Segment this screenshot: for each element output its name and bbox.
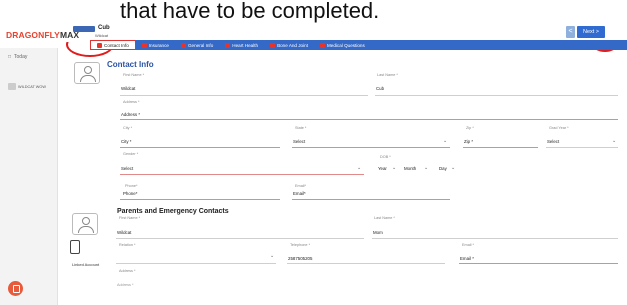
parent-email-field[interactable]: Email * bbox=[460, 256, 474, 261]
section-tabs: Contact Info Insurance General Info Hear… bbox=[90, 40, 627, 50]
parent-email-label: Email * bbox=[462, 243, 475, 247]
medical-tab-icon bbox=[319, 42, 325, 48]
nav-buttons: < Next > bbox=[566, 26, 605, 38]
parent-last-name-label: Last Name * bbox=[374, 216, 395, 220]
dob-day-select[interactable]: Day bbox=[439, 166, 447, 171]
insurance-tab-icon bbox=[141, 42, 147, 48]
previous-button[interactable]: < bbox=[566, 26, 575, 38]
contact-avatar-icon bbox=[74, 62, 100, 84]
tab-label: Medical Questions bbox=[326, 42, 365, 48]
sidebar-item-label: Today bbox=[14, 54, 28, 60]
tab-medical-questions[interactable]: Medical Questions bbox=[314, 40, 371, 50]
address-underline bbox=[120, 119, 618, 120]
app-root: that have to be completed. DRAGONFLYMAX … bbox=[0, 0, 627, 305]
dob-year-select[interactable]: Year bbox=[378, 166, 387, 171]
heart-tab-icon bbox=[225, 42, 231, 48]
email-field[interactable]: Email* bbox=[293, 191, 306, 196]
address-label: Address * bbox=[123, 100, 140, 104]
app-logo: DRAGONFLYMAX bbox=[6, 30, 80, 40]
zip-underline bbox=[463, 147, 538, 148]
email-underline bbox=[292, 199, 450, 200]
tab-heart-health[interactable]: Heart Health bbox=[219, 40, 264, 50]
sidebar-item-label: WILDCAT WOW bbox=[18, 84, 46, 89]
grad-year-underline bbox=[546, 147, 618, 148]
first-name-label: First Name * bbox=[123, 73, 145, 77]
dob-label: DOB * bbox=[380, 155, 391, 159]
mobile-phone-icon bbox=[70, 240, 80, 254]
first-name-field[interactable]: Wildcat bbox=[121, 86, 135, 91]
parent-avatar-icon bbox=[72, 213, 98, 235]
tab-label: Contact Info bbox=[104, 42, 129, 48]
contact-tab-icon bbox=[97, 42, 102, 48]
parent-last-name-underline bbox=[372, 238, 618, 239]
tab-label: General Info bbox=[187, 42, 214, 48]
bone-tab-icon bbox=[270, 42, 276, 48]
chevron-down-icon: ⌄ bbox=[270, 253, 275, 259]
user-avatar-icon bbox=[8, 83, 16, 90]
grad-year-label: Grad Year * bbox=[549, 126, 569, 130]
chevron-down-icon: ⌄ bbox=[451, 165, 456, 171]
tab-insurance[interactable]: Insurance bbox=[136, 40, 175, 50]
tab-bone-joint[interactable]: Bone And Joint bbox=[264, 40, 314, 50]
state-label: State * bbox=[295, 126, 307, 130]
last-name-label: Last Name * bbox=[377, 73, 398, 77]
tab-label: Insurance bbox=[148, 42, 169, 48]
parent-address-field[interactable]: Address * bbox=[117, 283, 133, 287]
grad-year-select[interactable]: Select bbox=[547, 139, 559, 144]
sidebar: □ Today WILDCAT WOW bbox=[0, 48, 58, 305]
city-label: City * bbox=[123, 126, 133, 130]
parent-address-label: Address * bbox=[119, 269, 136, 273]
next-button[interactable]: Next > bbox=[577, 26, 605, 38]
gender-underline bbox=[120, 174, 364, 175]
last-name-underline bbox=[375, 95, 618, 96]
sidebar-item-today[interactable]: □ Today bbox=[8, 54, 27, 60]
general-tab-icon bbox=[180, 42, 186, 48]
telephone-field[interactable]: 2587505205 bbox=[288, 256, 312, 261]
city-underline bbox=[120, 147, 280, 148]
telephone-underline bbox=[287, 263, 445, 264]
parent-first-name-label: First Name * bbox=[119, 216, 141, 220]
chevron-down-icon: ⌄ bbox=[612, 138, 617, 144]
phone-field[interactable]: Phone* bbox=[123, 191, 137, 196]
email-label: Email* bbox=[295, 184, 306, 188]
chevron-down-icon: ⌄ bbox=[443, 138, 448, 144]
phone-underline bbox=[120, 199, 280, 200]
chevron-down-icon: ⌄ bbox=[424, 165, 429, 171]
dob-month-select[interactable]: Month bbox=[404, 166, 416, 171]
telephone-label: Telephone * bbox=[290, 243, 311, 247]
zip-label: Zip * bbox=[466, 126, 474, 130]
chevron-down-icon: ⌄ bbox=[392, 165, 397, 171]
profile-name: Cub bbox=[98, 25, 110, 31]
relation-select[interactable] bbox=[116, 263, 276, 264]
chat-icon[interactable] bbox=[8, 281, 23, 296]
parents-title: Parents and Emergency Contacts bbox=[117, 208, 229, 215]
state-underline bbox=[292, 147, 450, 148]
gender-select[interactable]: Select bbox=[121, 166, 133, 171]
linked-account-label: Linked Account bbox=[72, 262, 100, 267]
last-name-field[interactable]: Cub bbox=[376, 86, 384, 91]
tab-label: Bone And Joint bbox=[277, 42, 308, 48]
contact-info-title: Contact Info bbox=[107, 60, 154, 69]
address-field[interactable]: Address * bbox=[121, 112, 140, 117]
profile-subtitle: Wildcat bbox=[95, 33, 109, 38]
parent-last-name-field[interactable]: Mom bbox=[373, 230, 383, 235]
relation-label: Relation * bbox=[119, 243, 136, 247]
tab-contact-info[interactable]: Contact Info bbox=[90, 40, 136, 50]
zip-field[interactable]: Zip * bbox=[464, 139, 473, 144]
sidebar-item-user[interactable]: WILDCAT WOW bbox=[8, 83, 46, 90]
state-select[interactable]: Select bbox=[293, 139, 305, 144]
gender-label: Gender * bbox=[123, 152, 139, 156]
city-field[interactable]: City * bbox=[121, 139, 132, 144]
slide-caption: that have to be completed. bbox=[120, 0, 627, 26]
parent-first-name-field[interactable]: Wildcat bbox=[117, 230, 131, 235]
parent-first-name-underline bbox=[116, 238, 364, 239]
phone-label: Phone* bbox=[125, 184, 138, 188]
chevron-down-icon: ⌄ bbox=[357, 165, 362, 171]
tab-label: Heart Health bbox=[232, 42, 259, 48]
first-name-underline bbox=[120, 95, 368, 96]
tab-general-info[interactable]: General Info bbox=[175, 40, 219, 50]
parent-email-underline bbox=[459, 263, 618, 264]
calendar-icon: □ bbox=[8, 54, 12, 60]
profile-chip[interactable] bbox=[73, 26, 95, 32]
